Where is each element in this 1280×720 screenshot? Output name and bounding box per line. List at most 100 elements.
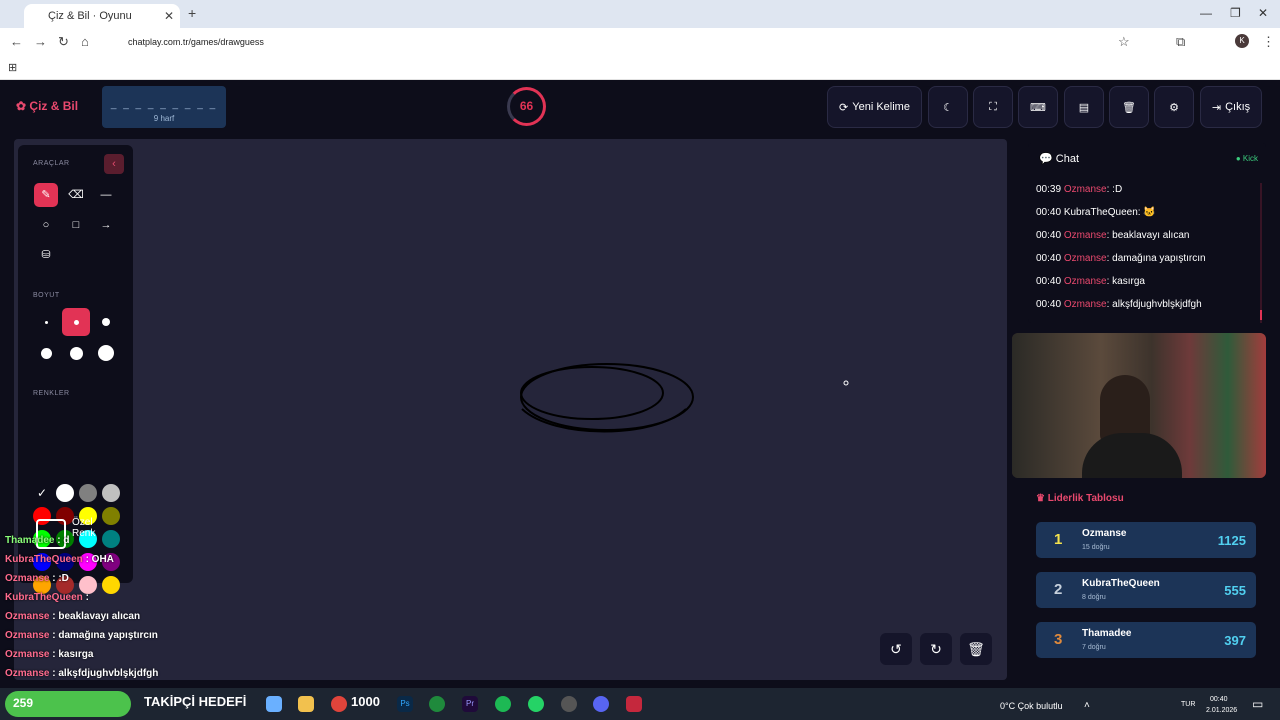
url-text: chatplay.com.tr/games/drawguess <box>128 37 264 47</box>
clock-date[interactable]: 2.01.2026 <box>1206 707 1237 714</box>
menu-icon[interactable]: ⋮ <box>1262 34 1275 50</box>
new-word-button[interactable]: ⟳ Yeni Kelime <box>827 86 922 128</box>
paint-bucket-icon: ⛁ <box>41 249 51 261</box>
message-time: 00:40 <box>1036 230 1062 241</box>
archive-icon: ▤ <box>1078 101 1090 114</box>
notification-icon[interactable]: ▭ <box>1252 697 1263 711</box>
size-option-5[interactable] <box>62 339 90 367</box>
size-option-1[interactable] <box>32 308 60 336</box>
redo-icon: ↻ <box>930 641 942 657</box>
minimize-icon[interactable]: — <box>1200 6 1212 20</box>
color-swatch[interactable] <box>56 484 74 502</box>
undo-icon: ↺ <box>890 641 902 657</box>
app-icon[interactable] <box>266 696 282 712</box>
color-swatch[interactable]: ✓ <box>33 484 51 502</box>
message-user[interactable]: KubraTheQueen <box>1064 207 1138 218</box>
speedometer-icon[interactable] <box>561 696 577 712</box>
close-tab-icon[interactable]: ✕ <box>164 9 174 23</box>
exit-button[interactable]: ⇥ Çıkış <box>1200 86 1262 128</box>
leaderboard-row: 3 Thamadee 7 doğru 397 <box>1036 622 1256 658</box>
arrow-tool[interactable]: → <box>94 213 118 237</box>
message-user[interactable]: Ozmanse <box>1064 253 1107 264</box>
clock-time[interactable]: 00:40 <box>1210 696 1228 703</box>
leaderboard-row: 2 KubraTheQueen 8 doğru 555 <box>1036 572 1256 608</box>
forward-icon[interactable]: → <box>34 34 47 49</box>
message-user[interactable]: Ozmanse <box>1064 276 1107 287</box>
profile-avatar[interactable]: K <box>1235 34 1249 48</box>
back-icon[interactable]: ← <box>10 34 23 49</box>
fill-tool[interactable]: ⛁ <box>34 243 58 267</box>
archive-button[interactable]: ▤ <box>1064 86 1104 128</box>
red-app-icon[interactable] <box>626 696 642 712</box>
collapse-panel-button[interactable]: ‹ <box>104 154 124 174</box>
word-mask: _ _ _ _ _ _ _ _ _ <box>110 99 218 110</box>
settings-button[interactable]: ⚙ <box>1154 86 1194 128</box>
size-option-2[interactable] <box>62 308 90 336</box>
new-tab-icon[interactable]: + <box>188 5 196 21</box>
premiere-icon[interactable]: Pr <box>462 696 478 712</box>
circle-tool[interactable]: ○ <box>34 213 58 237</box>
bookmark-star-icon[interactable]: ☆ <box>1118 34 1130 50</box>
discord-icon[interactable] <box>593 696 609 712</box>
message-user[interactable]: Ozmanse <box>1064 299 1107 310</box>
brush-tool[interactable]: ✎ <box>34 183 58 207</box>
drawing-canvas[interactable] <box>14 139 1007 680</box>
chrome-icon[interactable] <box>331 696 347 712</box>
message-user[interactable]: Ozmanse <box>1064 230 1107 241</box>
home-icon[interactable]: ⌂ <box>81 34 89 49</box>
message-text: :D <box>1112 184 1123 195</box>
size-option-3[interactable] <box>92 308 120 336</box>
goal-label: TAKİPÇİ HEDEFİ <box>144 694 247 709</box>
tray-chevron-icon[interactable]: ˄ <box>1084 700 1090 711</box>
rectangle-tool[interactable]: □ <box>64 213 88 237</box>
eraser-tool[interactable]: ⌫ <box>64 183 88 207</box>
line-icon: — <box>100 189 112 201</box>
delete-button[interactable]: 🗑 <box>1109 86 1149 128</box>
custom-color-label: Özel Renk <box>72 517 96 539</box>
file-explorer-icon[interactable] <box>298 696 314 712</box>
color-swatch[interactable] <box>102 576 120 594</box>
reload-icon[interactable]: ↻ <box>58 34 69 50</box>
clear-canvas-button[interactable]: 🗑 <box>960 633 992 665</box>
weather-text[interactable]: 0°C Çok bulutlu <box>1000 701 1063 711</box>
color-swatch[interactable] <box>102 484 120 502</box>
language-indicator[interactable]: TUR <box>1181 701 1195 708</box>
chat-scrollbar-track[interactable] <box>1260 183 1262 323</box>
size-option-4[interactable] <box>32 339 60 367</box>
restore-icon[interactable]: ❐ <box>1230 6 1241 20</box>
color-swatch[interactable] <box>79 484 97 502</box>
player-score: 1125 <box>1217 533 1246 548</box>
app-logo[interactable]: ✿ Çiz & Bil <box>16 99 78 113</box>
message-text: damağına yapıştırcın <box>1112 253 1206 264</box>
logo-text: Çiz & Bil <box>29 99 79 113</box>
chat-scrollbar-thumb[interactable] <box>1260 310 1262 320</box>
upwork-icon[interactable] <box>429 696 445 712</box>
keyboard-button[interactable]: ⌨ <box>1018 86 1058 128</box>
dark-mode-button[interactable]: ☾ <box>928 86 968 128</box>
rank-number: 3 <box>1054 631 1063 648</box>
photoshop-icon[interactable]: Ps <box>397 696 413 712</box>
line-tool[interactable]: — <box>94 183 118 207</box>
size-option-6[interactable] <box>92 339 120 367</box>
whatsapp-icon[interactable] <box>528 696 544 712</box>
message-user[interactable]: Ozmanse <box>1064 184 1107 195</box>
overlay-user: Ozmanse <box>5 573 50 584</box>
exit-label: Çıkış <box>1225 101 1251 113</box>
address-bar[interactable]: chatplay.com.tr/games/drawguess <box>100 31 1140 53</box>
apps-grid-icon[interactable]: ⊞ <box>8 61 17 74</box>
overlay-chat-line: Thamadee : d <box>5 535 69 546</box>
message-time: 00:40 <box>1036 253 1062 264</box>
undo-button[interactable]: ↺ <box>880 633 912 665</box>
browser-tab[interactable]: Çiz & Bil · Oyunu ✕ <box>24 4 180 28</box>
extensions-icon[interactable]: ⧉ <box>1176 34 1185 50</box>
follower-count: 259 <box>13 696 34 710</box>
color-swatch[interactable] <box>102 507 120 525</box>
fullscreen-button[interactable]: ⛶ <box>973 86 1013 128</box>
redo-button[interactable]: ↻ <box>920 633 952 665</box>
eraser-icon: ⌫ <box>68 189 84 201</box>
size-dot <box>44 320 48 324</box>
spotify-icon[interactable] <box>495 696 511 712</box>
round-timer: 66 <box>507 87 546 126</box>
color-swatch[interactable] <box>102 530 120 548</box>
window-close-icon[interactable]: ✕ <box>1258 6 1268 20</box>
